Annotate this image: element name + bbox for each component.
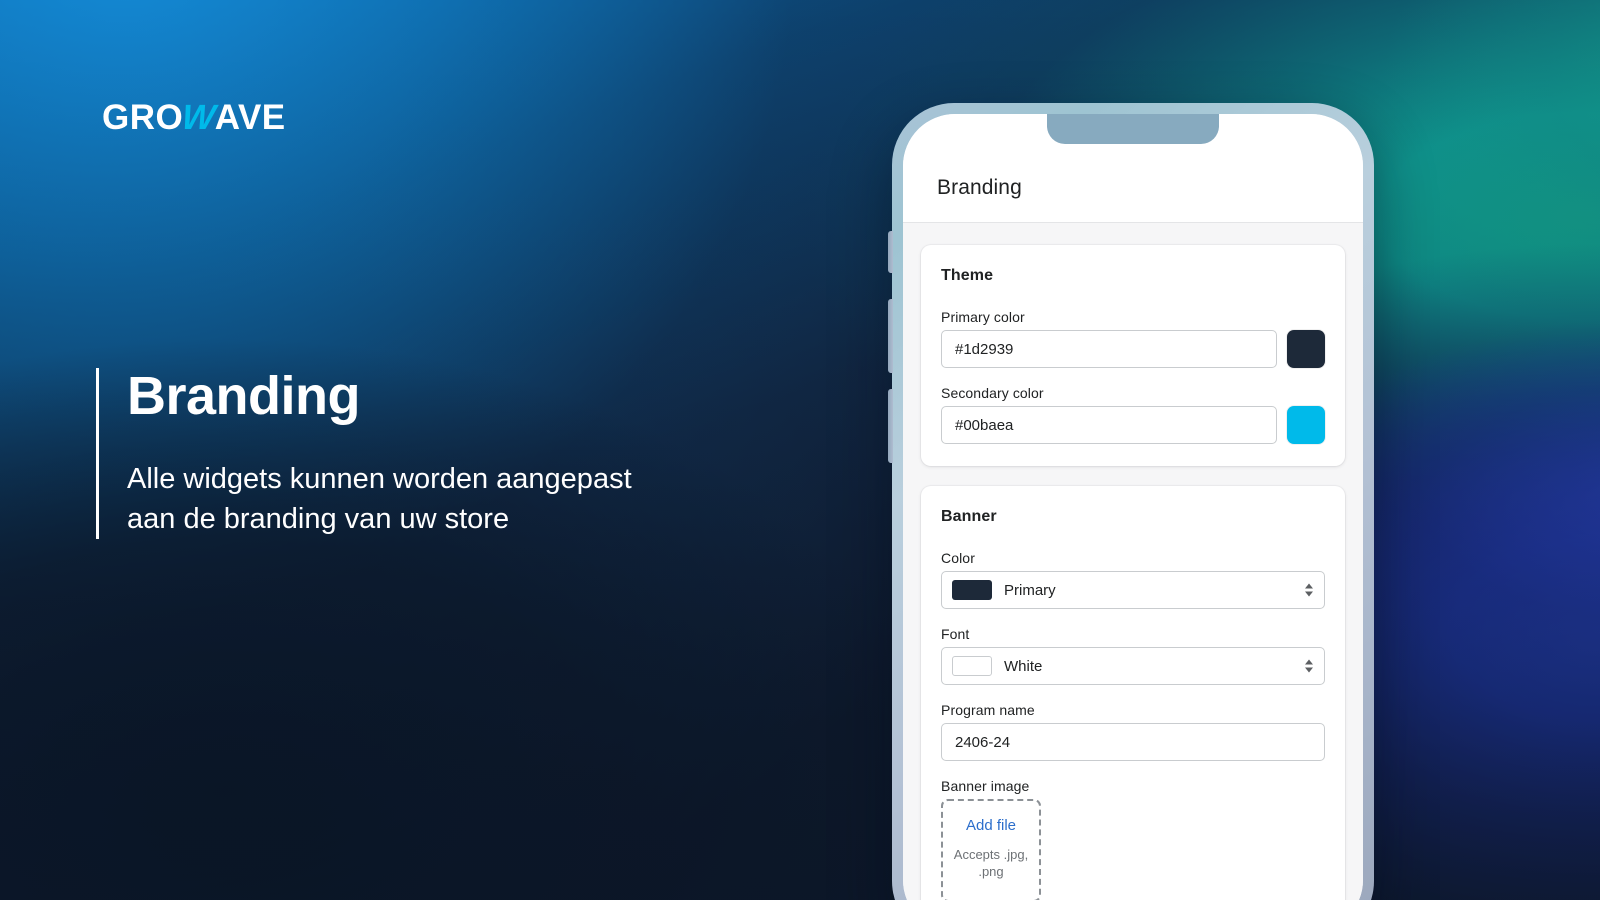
dropzone-hint-text: Accepts .jpg, .png xyxy=(953,847,1029,880)
primary-color-label: Primary color xyxy=(941,309,1025,325)
banner-color-field: Color Primary xyxy=(941,550,1325,609)
banner-font-value: White xyxy=(1004,657,1043,675)
primary-color-field: Primary color xyxy=(941,309,1325,368)
app-header-title: Branding xyxy=(937,176,1022,199)
phone-screen: Branding Theme Primary color Secondary c… xyxy=(903,114,1363,900)
phone-mute-switch[interactable] xyxy=(888,231,893,273)
program-name-field: Program name xyxy=(941,702,1325,761)
chevron-updown-icon xyxy=(1305,659,1313,673)
app-content-area: Theme Primary color Secondary color xyxy=(903,223,1363,900)
banner-font-chip xyxy=(952,656,992,676)
logo-text-part3: AVE xyxy=(214,98,286,137)
hero-subtitle: Alle widgets kunnen worden aangepast aan… xyxy=(127,462,632,535)
banner-color-label: Color xyxy=(941,550,975,566)
banner-image-dropzone[interactable]: Add file Accepts .jpg, .png xyxy=(941,799,1041,900)
page-title: Branding xyxy=(127,366,361,426)
banner-font-field: Font White xyxy=(941,626,1325,685)
chevron-updown-icon xyxy=(1305,583,1313,597)
program-name-input[interactable] xyxy=(941,723,1325,761)
secondary-color-field: Secondary color xyxy=(941,385,1325,444)
primary-color-row xyxy=(941,330,1325,368)
growave-logo: GROWAVE xyxy=(102,98,286,137)
theme-card-title: Theme xyxy=(941,267,994,284)
secondary-color-input[interactable] xyxy=(941,406,1277,444)
banner-image-field: Banner image Add file Accepts .jpg, .png xyxy=(941,778,1325,900)
banner-font-label: Font xyxy=(941,626,970,642)
program-name-label: Program name xyxy=(941,702,1035,718)
banner-color-chip xyxy=(952,580,992,600)
phone-volume-down-button[interactable] xyxy=(888,389,893,463)
phone-notch xyxy=(1047,114,1219,144)
banner-image-label: Banner image xyxy=(941,778,1030,794)
primary-color-input[interactable] xyxy=(941,330,1277,368)
hero-text-block: Branding Alle widgets kunnen worden aang… xyxy=(96,368,656,539)
primary-color-swatch[interactable] xyxy=(1287,330,1325,368)
theme-card: Theme Primary color Secondary color xyxy=(921,245,1345,466)
secondary-color-swatch[interactable] xyxy=(1287,406,1325,444)
banner-card-title: Banner xyxy=(941,508,997,525)
logo-text-accent: W xyxy=(180,98,218,137)
secondary-color-row xyxy=(941,406,1325,444)
banner-color-value: Primary xyxy=(1004,581,1056,599)
program-name-row xyxy=(941,723,1325,761)
secondary-color-label: Secondary color xyxy=(941,385,1044,401)
logo-text-part1: GRO xyxy=(102,98,184,137)
add-file-button[interactable]: Add file xyxy=(951,817,1031,834)
phone-mockup: Branding Theme Primary color Secondary c… xyxy=(888,103,1374,900)
banner-font-select[interactable]: White xyxy=(941,647,1325,685)
phone-volume-up-button[interactable] xyxy=(888,299,893,373)
banner-card: Banner Color Primary Font White Program … xyxy=(921,486,1345,900)
banner-color-select[interactable]: Primary xyxy=(941,571,1325,609)
